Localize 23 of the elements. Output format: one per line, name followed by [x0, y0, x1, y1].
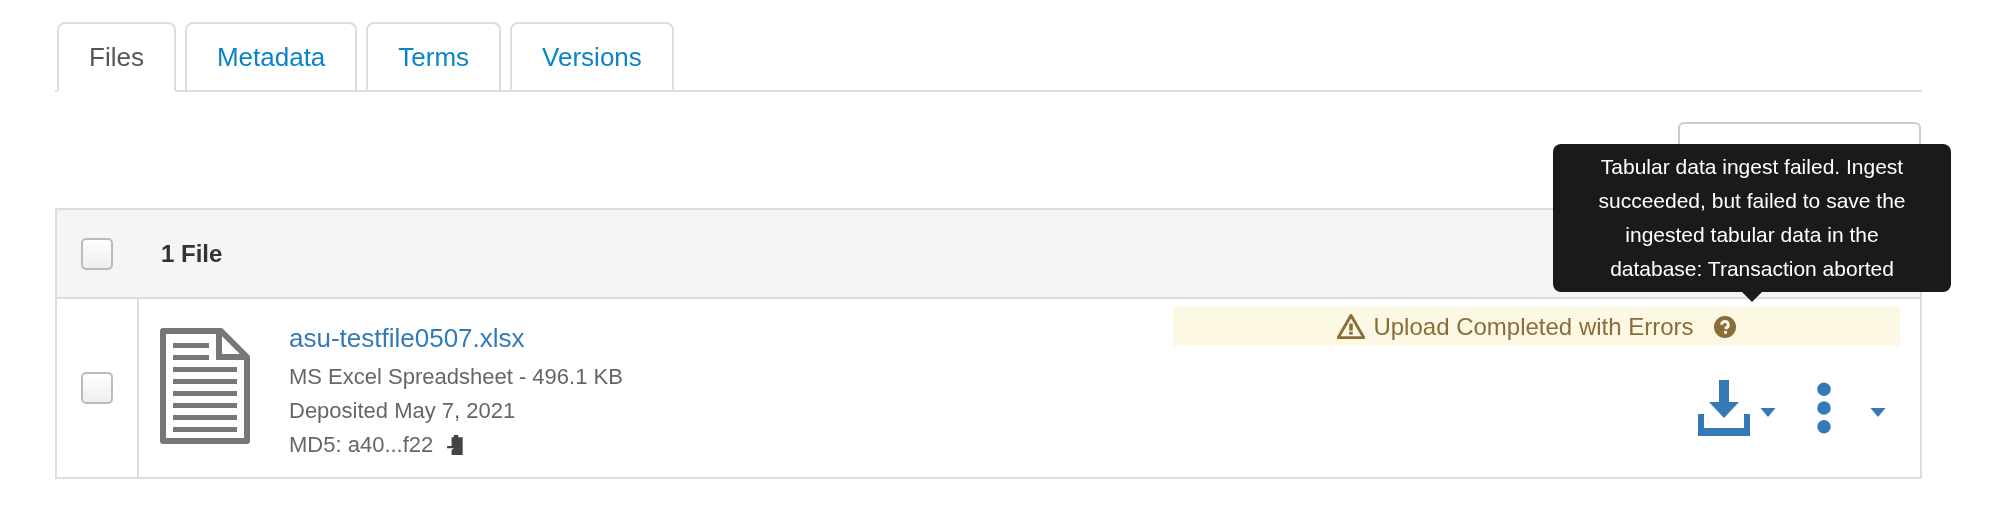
file-type-size: MS Excel Spreadsheet - 496.1 KB [289, 363, 623, 391]
tab[interactable]: Files [57, 22, 176, 92]
file-count: 1 File [161, 239, 224, 268]
download-button[interactable] [1698, 380, 1776, 436]
deposit-date: Deposited May 7, 2021 [289, 397, 517, 425]
caret-icon [1760, 407, 1776, 417]
tab[interactable]: Metadata [184, 22, 358, 92]
tooltip-text: Tabular data ingest failed. Ingest succeeded, but failed to save the ingested tabular data in the database: Transaction aborted [1597, 154, 1907, 282]
caret-icon [1870, 407, 1886, 417]
help-icon[interactable] [1713, 315, 1736, 338]
md5-checksum: MD5: a40...f22 [289, 431, 434, 459]
document-icon [159, 327, 251, 445]
status-text: Upload Completed with Errors [1373, 312, 1694, 341]
clipboard-icon[interactable] [447, 435, 466, 455]
more-options-button[interactable] [1816, 380, 1886, 436]
select-all-checkbox[interactable] [81, 237, 113, 270]
file-name-link[interactable]: asu-testfile0507.xlsx [289, 323, 623, 354]
tab[interactable]: Versions [510, 22, 674, 92]
kebab-icon [1816, 382, 1832, 434]
row-checkbox[interactable] [81, 372, 113, 404]
download-icon [1698, 380, 1750, 436]
warning-icon [1337, 314, 1366, 339]
tab[interactable]: Terms [366, 22, 502, 92]
